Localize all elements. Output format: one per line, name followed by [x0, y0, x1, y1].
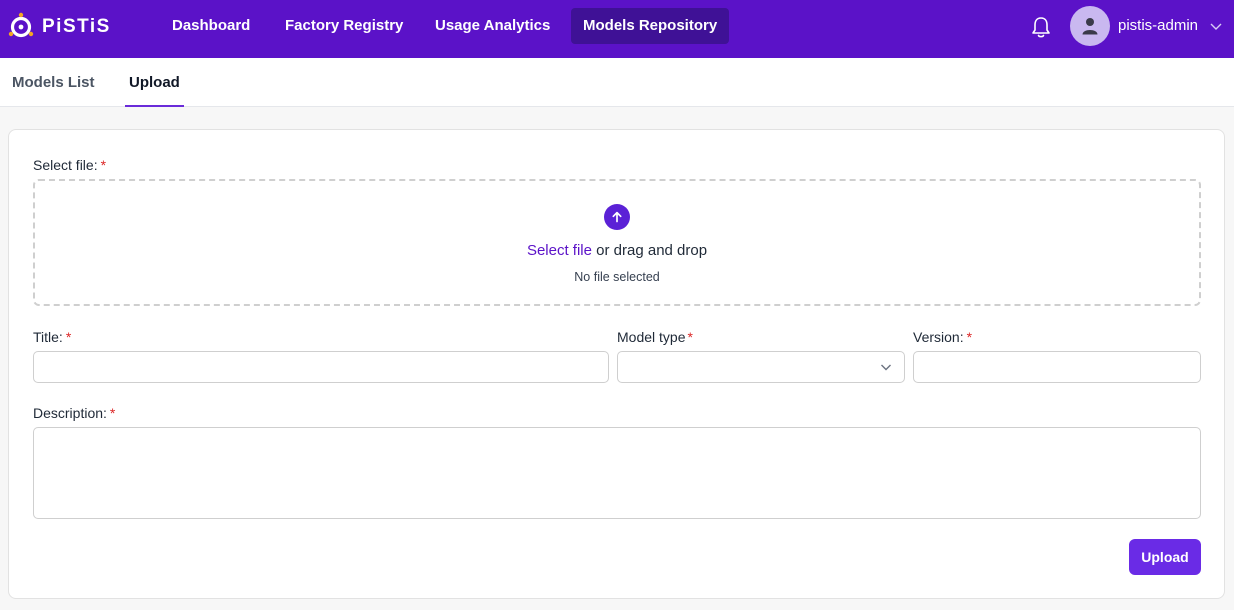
drop-instruction: Select file or drag and drop — [35, 242, 1199, 259]
nav-dashboard[interactable]: Dashboard — [160, 8, 262, 44]
nav-usage-analytics[interactable]: Usage Analytics — [423, 8, 562, 44]
version-input[interactable] — [913, 351, 1201, 383]
drag-drop-text: or drag and drop — [591, 242, 708, 259]
upload-button[interactable]: Upload — [1129, 539, 1201, 575]
select-file-link[interactable]: Select file — [527, 242, 592, 259]
arrow-up-icon — [612, 211, 622, 223]
brand-name: PiSTiS — [42, 16, 111, 37]
brand-logo[interactable]: PiSTiS — [8, 11, 111, 43]
person-icon — [1082, 18, 1098, 35]
title-label-text: Title: — [33, 329, 63, 345]
top-navbar: PiSTiS Dashboard Factory Registry Usage … — [0, 0, 1234, 58]
select-file-label-text: Select file: — [33, 157, 98, 173]
nav-models-repository[interactable]: Models Repository — [571, 8, 730, 44]
upload-form-card: Select file: * Select file or drag and dr… — [8, 129, 1225, 599]
file-dropzone[interactable]: Select file or drag and drop No file sel… — [33, 179, 1201, 306]
avatar[interactable] — [1070, 6, 1110, 46]
required-mark: * — [100, 157, 107, 173]
description-textarea[interactable] — [33, 427, 1201, 519]
description-label-text: Description: — [33, 405, 107, 421]
required-mark: * — [109, 405, 116, 421]
tab-upload[interactable]: Upload — [125, 58, 184, 107]
version-label: Version: * — [913, 329, 972, 345]
model-type-label: Model type * — [617, 329, 693, 345]
tab-models-list[interactable]: Models List — [12, 58, 95, 107]
description-label: Description: * — [33, 405, 115, 421]
select-file-label: Select file: * — [33, 157, 106, 173]
title-input[interactable] — [33, 351, 609, 383]
file-status: No file selected — [574, 270, 660, 284]
required-mark: * — [966, 329, 973, 345]
model-type-select[interactable] — [617, 351, 905, 383]
bell-icon[interactable] — [1030, 15, 1052, 39]
nav-factory-registry[interactable]: Factory Registry — [273, 8, 415, 44]
required-mark: * — [687, 329, 693, 345]
title-label: Title: * — [33, 329, 71, 345]
pistis-logo-icon — [8, 12, 34, 38]
user-name[interactable]: pistis-admin — [1118, 17, 1198, 34]
model-type-label-text: Model type — [617, 329, 686, 345]
sub-tabs: Models List Upload — [0, 58, 1234, 107]
chevron-down-icon — [881, 364, 891, 371]
required-mark: * — [65, 329, 72, 345]
version-label-text: Version: — [913, 329, 964, 345]
upload-circle — [604, 204, 630, 230]
chevron-down-icon[interactable] — [1209, 20, 1223, 32]
